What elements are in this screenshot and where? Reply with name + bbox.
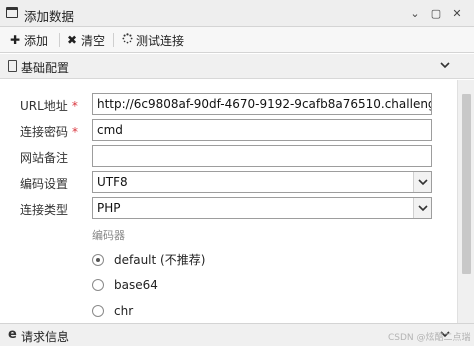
radio-checked-icon[interactable]	[92, 253, 104, 266]
note-input[interactable]	[92, 145, 432, 167]
radio-icon[interactable]	[92, 305, 104, 317]
section-title: 基础配置	[21, 61, 70, 75]
spinner-icon	[122, 33, 133, 47]
encoder-option-chr[interactable]: chr	[92, 304, 133, 318]
chevron-down-icon[interactable]	[413, 198, 431, 218]
encoding-select[interactable]: UTF8	[92, 171, 432, 193]
url-label: URL地址 *	[20, 97, 78, 114]
e-icon: e	[8, 327, 17, 342]
radio-icon[interactable]	[92, 279, 104, 291]
encoding-value: UTF8	[97, 175, 128, 189]
note-label: 网站备注	[20, 151, 69, 165]
encoder-option-label: default (不推荐)	[114, 253, 206, 267]
clear-button-label: 清空	[81, 33, 106, 48]
watermark: CSDN @炫酷二点瑞	[388, 333, 471, 343]
add-button[interactable]: ✚ 添加	[10, 31, 48, 49]
test-connection-label: 测试连接	[136, 33, 185, 48]
clear-button[interactable]: ✖ 清空	[67, 31, 105, 49]
password-label-text: 连接密码	[20, 125, 69, 139]
url-label-text: URL地址	[20, 99, 68, 113]
add-button-label: 添加	[24, 33, 49, 48]
basic-config-header[interactable]: 基础配置	[0, 54, 474, 79]
window-controls: ⌄ ▢ ✕	[406, 4, 466, 22]
encoder-option-label: base64	[114, 278, 158, 292]
plus-icon: ✚	[10, 33, 21, 47]
test-connection-button[interactable]: 测试连接	[122, 31, 184, 49]
type-value: PHP	[97, 201, 121, 215]
form-scrollbar[interactable]	[457, 80, 474, 323]
chevron-down-icon[interactable]	[440, 62, 450, 72]
window-title: 添加数据	[24, 9, 75, 24]
required-mark: *	[71, 99, 78, 113]
encoder-option-label: chr	[114, 304, 134, 318]
encoder-option-base64[interactable]: base64	[92, 278, 158, 292]
x-icon: ✖	[67, 33, 78, 47]
required-mark: *	[72, 125, 79, 139]
request-info-header[interactable]: e 请求信息 CSDN @炫酷二点瑞	[0, 323, 474, 346]
encoder-label: 编码器	[92, 229, 125, 242]
close-icon[interactable]: ✕	[448, 4, 466, 22]
toolbar-divider	[59, 33, 60, 47]
minimize-icon[interactable]: ⌄	[406, 4, 424, 22]
type-label: 连接类型	[20, 203, 69, 217]
toolbar-divider	[113, 33, 114, 47]
window-icon	[6, 7, 18, 18]
request-info-title: 请求信息	[21, 330, 70, 344]
chevron-down-icon[interactable]	[413, 172, 431, 192]
window-titlebar: 添加数据 ⌄ ▢ ✕	[0, 0, 474, 27]
scrollbar-thumb[interactable]	[462, 94, 471, 274]
password-input[interactable]: cmd	[92, 119, 432, 141]
maximize-icon[interactable]: ▢	[427, 4, 445, 22]
type-select[interactable]: PHP	[92, 197, 432, 219]
url-input[interactable]: http://6c9808af-90df-4670-9192-9cafb8a76…	[92, 93, 432, 115]
encoder-option-default[interactable]: default (不推荐)	[92, 251, 205, 268]
encoding-label: 编码设置	[20, 177, 69, 191]
document-icon	[8, 60, 17, 72]
toolbar: ✚ 添加 ✖ 清空 测试连接	[0, 27, 474, 53]
basic-config-form: URL地址 * http://6c9808af-90df-4670-9192-9c…	[0, 80, 456, 323]
password-label: 连接密码 *	[20, 123, 78, 140]
